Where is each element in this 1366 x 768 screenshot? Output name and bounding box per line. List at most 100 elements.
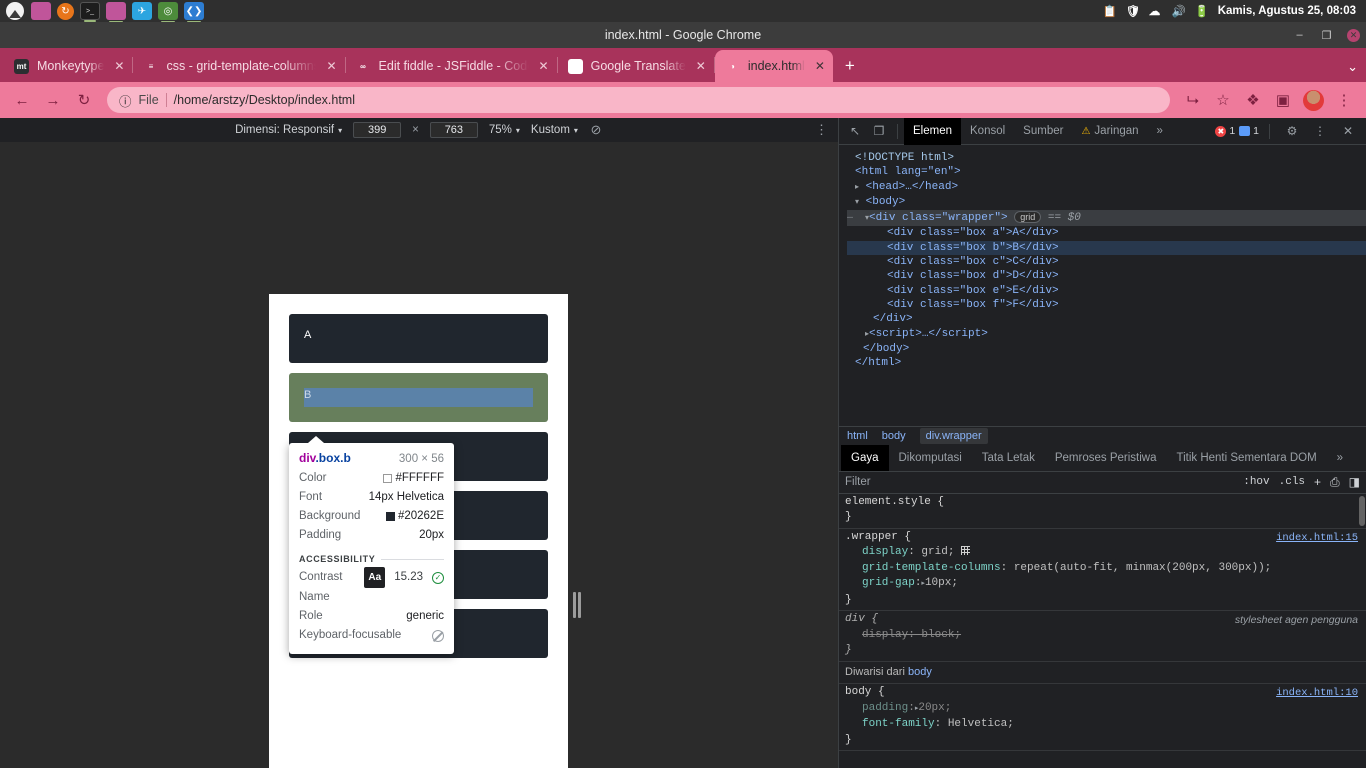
chrome-menu-icon[interactable]: ⋮ xyxy=(1330,86,1358,114)
tab-search-icon[interactable]: ⌄ xyxy=(1347,59,1358,75)
rule-wrapper[interactable]: index.html:15 .wrapper { display: grid; … xyxy=(839,529,1366,611)
dom-line-wrapper[interactable]: … ▾<div class="wrapper"> grid == $0 xyxy=(847,210,1366,227)
rotate-icon[interactable]: ⊘ xyxy=(589,122,603,137)
volume-muted-icon[interactable]: 🔊 xyxy=(1172,4,1186,18)
share-icon[interactable]: ⮡ xyxy=(1179,86,1207,114)
ubuntu-software-icon[interactable]: ↻ xyxy=(57,2,74,20)
force-state-button[interactable]: :hov xyxy=(1243,476,1269,488)
dom-line-box-d[interactable]: <div class="box d">D</div> xyxy=(847,269,1366,283)
declaration-display-struck[interactable]: display: block; xyxy=(845,628,1366,644)
breadcrumb-html[interactable]: html xyxy=(847,430,875,442)
rule-source-link[interactable]: index.html:10 xyxy=(1276,686,1358,702)
computed-sidebar-toggle-icon[interactable]: ◨ xyxy=(1349,475,1360,489)
close-tab-button[interactable]: ✕ xyxy=(539,59,549,73)
inspect-element-icon[interactable]: ↖ xyxy=(843,119,867,143)
context-dots-icon[interactable]: … xyxy=(847,210,853,224)
file-manager-icon[interactable] xyxy=(106,2,126,23)
property-value[interactable]: Helvetica; xyxy=(948,718,1014,730)
grid-editor-icon[interactable] xyxy=(961,546,971,555)
reload-button[interactable]: ↻ xyxy=(70,86,98,114)
element-classes-button[interactable]: .cls xyxy=(1279,476,1305,488)
dom-line-box-b[interactable]: <div class="box b">B</div> xyxy=(847,240,1366,256)
property-value[interactable]: grid; xyxy=(921,546,954,558)
print-media-icon[interactable]: ⎙ xyxy=(1330,475,1340,490)
dom-line-head[interactable]: ▸ <head>…</head> xyxy=(847,180,1366,195)
tab-dom-breakpoints[interactable]: Titik Henti Sementara DOM xyxy=(1166,445,1326,471)
device-options-kebab-icon[interactable]: ⋮ xyxy=(815,122,828,138)
dom-line-box-f[interactable]: <div class="box f">F</div> xyxy=(847,298,1366,312)
property-name[interactable]: padding xyxy=(845,702,908,714)
gear-icon[interactable]: ⚙ xyxy=(1280,119,1304,143)
site-info-icon[interactable]: ⓘ xyxy=(119,91,132,110)
dom-line-body-close[interactable]: </body> xyxy=(847,342,1366,356)
error-count-badge[interactable]: ✖ 1 xyxy=(1215,125,1235,137)
device-dimension-select[interactable]: Dimensi: Responsif ▾ xyxy=(235,124,342,136)
device-width-input[interactable]: 399 xyxy=(353,122,402,138)
dom-line-box-c[interactable]: <div class="box c">C</div> xyxy=(847,255,1366,269)
viewport-width-resize-handle[interactable] xyxy=(572,590,582,620)
devtools-kebab-icon[interactable]: ⋮ xyxy=(1308,119,1332,143)
property-name[interactable]: grid-template-columns xyxy=(845,562,1001,574)
telegram-icon[interactable]: ✈ xyxy=(132,2,152,20)
rule-body[interactable]: index.html:10 body { padding:▸20px; font… xyxy=(839,684,1366,751)
tab-computed[interactable]: Dikomputasi xyxy=(889,445,972,471)
tab-layout[interactable]: Tata Letak xyxy=(972,445,1045,471)
browser-tab[interactable]: ≡ css - grid-template-columns th ✕ xyxy=(133,50,344,82)
rule-selector[interactable]: element.style { xyxy=(845,495,1366,511)
close-window-button[interactable]: ✕ xyxy=(1347,28,1360,42)
side-panel-icon[interactable]: ▣ xyxy=(1269,86,1297,114)
dom-line-wrapper-close[interactable]: </div> xyxy=(847,312,1366,326)
new-style-rule-plus-icon[interactable]: + xyxy=(1314,475,1321,489)
battery-icon[interactable]: 🔋 xyxy=(1195,4,1209,18)
close-tab-button[interactable]: ✕ xyxy=(326,59,336,73)
dom-line-script[interactable]: ▸<script>…</script> xyxy=(847,327,1366,342)
rule-source-link[interactable]: index.html:15 xyxy=(1276,531,1358,547)
avatar[interactable] xyxy=(1303,89,1324,111)
maximize-button[interactable]: ❐ xyxy=(1320,29,1333,42)
browser-tab-active[interactable]: ◑ index.html ✕ xyxy=(714,50,833,82)
browser-tab[interactable]: ∞ Edit fiddle - JSFiddle - Code P ✕ xyxy=(346,50,557,82)
tab-network[interactable]: ⚠ Jaringan xyxy=(1072,118,1147,145)
minimize-button[interactable]: – xyxy=(1293,29,1306,42)
close-tab-button[interactable]: ✕ xyxy=(815,59,825,73)
declaration-padding[interactable]: padding:▸20px; xyxy=(845,701,1366,718)
browser-tab[interactable]: G Google Translate ✕ xyxy=(558,50,714,82)
chrome-icon[interactable]: ◎ xyxy=(158,2,178,23)
message-count-badge[interactable]: 1 xyxy=(1239,125,1259,137)
os-clock[interactable]: Kamis, Agustus 25, 08:03 xyxy=(1218,5,1356,17)
tab-elements[interactable]: Elemen xyxy=(904,117,961,145)
styles-filter-input[interactable]: Filter xyxy=(845,476,1234,488)
inherited-source[interactable]: body xyxy=(908,666,932,678)
browser-tab[interactable]: mt Monkeytype ✕ xyxy=(4,50,132,82)
tab-event-listeners[interactable]: Pemroses Peristiwa xyxy=(1045,445,1167,471)
tab-sources[interactable]: Sumber xyxy=(1014,118,1072,145)
property-name[interactable]: font-family xyxy=(845,718,935,730)
device-height-input[interactable]: 763 xyxy=(429,122,478,138)
clipboard-icon[interactable]: 📋 xyxy=(1103,4,1117,18)
rule-element-style[interactable]: element.style { } xyxy=(839,494,1366,529)
breadcrumb-body[interactable]: body xyxy=(882,430,913,442)
dom-line-body-open[interactable]: ▾ <body> xyxy=(847,195,1366,210)
grid-badge[interactable]: grid xyxy=(1014,211,1042,224)
rule-div-ua[interactable]: stylesheet agen pengguna div { display: … xyxy=(839,611,1366,662)
declaration-grid-gap[interactable]: grid-gap:▸10px; xyxy=(845,576,1366,593)
new-tab-button[interactable]: + xyxy=(833,50,867,82)
property-name[interactable]: grid-gap xyxy=(845,577,915,589)
shield-icon[interactable]: 🛡 xyxy=(1126,4,1141,18)
forward-button[interactable]: → xyxy=(39,86,67,114)
property-value[interactable]: 20px; xyxy=(918,702,951,714)
dom-line-doctype[interactable]: <!DOCTYPE html> xyxy=(847,151,1366,165)
property-value[interactable]: repeat(auto-fit, minmax(200px, 300px)); xyxy=(1014,562,1271,574)
more-tabs-icon[interactable]: » xyxy=(1148,118,1172,145)
dom-line-box-e[interactable]: <div class="box e">E</div> xyxy=(847,284,1366,298)
bookmark-star-icon[interactable]: ☆ xyxy=(1209,86,1237,114)
property-name[interactable]: display xyxy=(845,546,908,558)
dom-line-html-close[interactable]: </html> xyxy=(847,356,1366,370)
address-bar[interactable]: ⓘ File /home/arstzy/Desktop/index.html xyxy=(107,87,1170,113)
styles-more-tabs-icon[interactable]: » xyxy=(1327,445,1353,471)
close-tab-button[interactable]: ✕ xyxy=(696,59,706,73)
grid-box-a[interactable]: A xyxy=(289,314,548,363)
close-tab-button[interactable]: ✕ xyxy=(114,59,124,73)
close-devtools-icon[interactable]: ✕ xyxy=(1336,119,1360,143)
network-throttle-select[interactable]: Kustom ▾ xyxy=(531,124,578,136)
